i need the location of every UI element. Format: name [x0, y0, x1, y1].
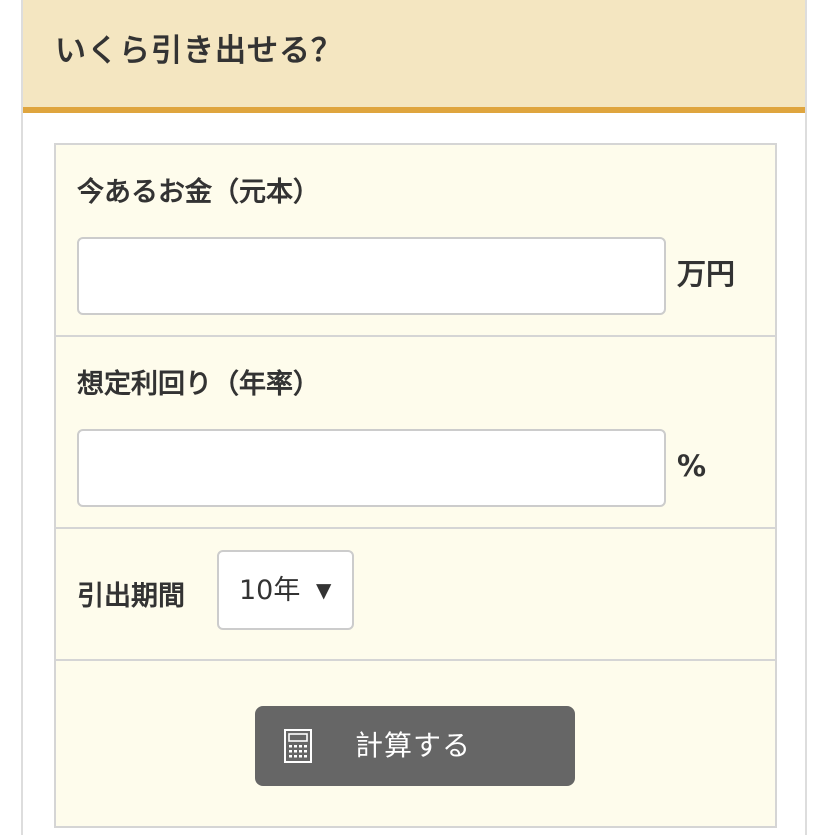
rate-row: 想定利回り（年率） % — [56, 337, 775, 529]
rate-label: 想定利回り（年率） — [77, 369, 320, 400]
principal-input[interactable] — [77, 237, 666, 315]
submit-row: 計算する — [56, 661, 775, 828]
period-select[interactable]: 10年 ▼ — [217, 550, 354, 630]
calculate-button-label: 計算する — [355, 730, 472, 761]
calculator-form: 今あるお金（元本） 万円 想定利回り（年率） % 引出期間 10年 ▼ 計算する — [54, 143, 777, 828]
period-label: 引出期間 — [77, 581, 185, 612]
panel-title: いくら引き出せる？ — [55, 33, 343, 69]
period-row: 引出期間 10年 ▼ — [56, 529, 775, 661]
rate-input[interactable] — [77, 429, 666, 507]
withdrawal-calculator-panel: いくら引き出せる？ 今あるお金（元本） 万円 想定利回り（年率） % 引出期間 … — [21, 0, 807, 835]
calculator-icon — [284, 729, 312, 763]
principal-label: 今あるお金（元本） — [77, 177, 320, 208]
calculate-button[interactable]: 計算する — [255, 706, 575, 786]
principal-unit: 万円 — [677, 257, 736, 291]
rate-unit: % — [677, 449, 707, 483]
period-select-value: 10年 — [239, 575, 301, 606]
dropdown-arrow-icon: ▼ — [316, 578, 332, 602]
principal-row: 今あるお金（元本） 万円 — [56, 145, 775, 337]
panel-header: いくら引き出せる？ — [23, 0, 805, 113]
